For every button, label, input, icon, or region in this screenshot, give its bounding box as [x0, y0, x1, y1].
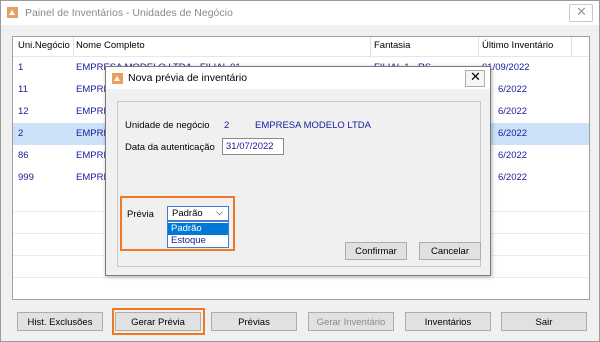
hist-exclusoes-button[interactable]: Hist. Exclusões [17, 312, 103, 331]
data-autenticacao-field[interactable]: 31/07/2022 [222, 138, 284, 155]
cell-code: 999 [18, 172, 34, 183]
cell-code: 12 [18, 106, 29, 117]
cell-code: 2 [18, 128, 24, 139]
sair-button[interactable]: Sair [501, 312, 587, 331]
cell-ultimo: 6/2022 [498, 106, 528, 117]
unidade-label: Unidade de negócio [125, 120, 210, 131]
cell-code: 11 [18, 84, 28, 95]
col-header-nome[interactable]: Nome Completo [76, 40, 145, 51]
inventarios-button[interactable]: Inventários [405, 312, 491, 331]
dialog-close-button[interactable]: ✕ [465, 69, 485, 87]
close-icon: ✕ [576, 4, 587, 19]
dialog-title-bar: Nova prévia de inventário ✕ [106, 67, 490, 89]
cell-ultimo: 6/2022 [498, 84, 528, 95]
cell-code: 1 [18, 62, 24, 73]
title-bar: Painel de Inventários - Unidades de Negó… [1, 1, 599, 25]
grid-header: Uni.Negócio Nome Completo Fantasia Últim… [13, 37, 589, 57]
col-header-unidade[interactable]: Uni.Negócio [18, 40, 70, 51]
cell-ultimo: 6/2022 [498, 172, 528, 183]
previa-selected-value: Padrão [172, 208, 203, 219]
cancelar-button[interactable]: Cancelar [419, 242, 481, 260]
col-header-fantasia[interactable]: Fantasia [374, 40, 410, 51]
cell-ultimo: 6/2022 [498, 150, 528, 161]
previa-options-list[interactable]: Padrão Estoque [167, 221, 229, 248]
data-label: Data da autenticação [125, 142, 215, 153]
previas-button[interactable]: Prévias [211, 312, 297, 331]
gerar-inventario-button[interactable]: Gerar Inventário [308, 312, 394, 331]
cell-code: 86 [18, 150, 29, 161]
chevron-down-icon: ⌵ [216, 207, 223, 217]
previa-option-estoque[interactable]: Estoque [168, 235, 228, 247]
highlight-frame [112, 308, 205, 335]
close-icon: ✕ [470, 69, 481, 84]
dialog-title: Nova prévia de inventário [128, 72, 248, 84]
app-icon [7, 7, 18, 18]
previa-label: Prévia [127, 209, 154, 220]
cell-ultimo: 6/2022 [498, 128, 528, 139]
previa-option-padrao[interactable]: Padrão [168, 223, 228, 235]
window-title: Painel de Inventários - Unidades de Negó… [25, 7, 233, 19]
col-header-ultimo[interactable]: Último Inventário [482, 40, 553, 51]
unidade-code: 2 [224, 120, 230, 131]
window-close-button[interactable]: ✕ [569, 4, 593, 22]
previa-select[interactable]: Padrão ⌵ [167, 206, 229, 221]
unidade-name: EMPRESA MODELO LTDA [255, 120, 371, 131]
confirmar-button[interactable]: Confirmar [345, 242, 407, 260]
app-icon [112, 73, 123, 84]
